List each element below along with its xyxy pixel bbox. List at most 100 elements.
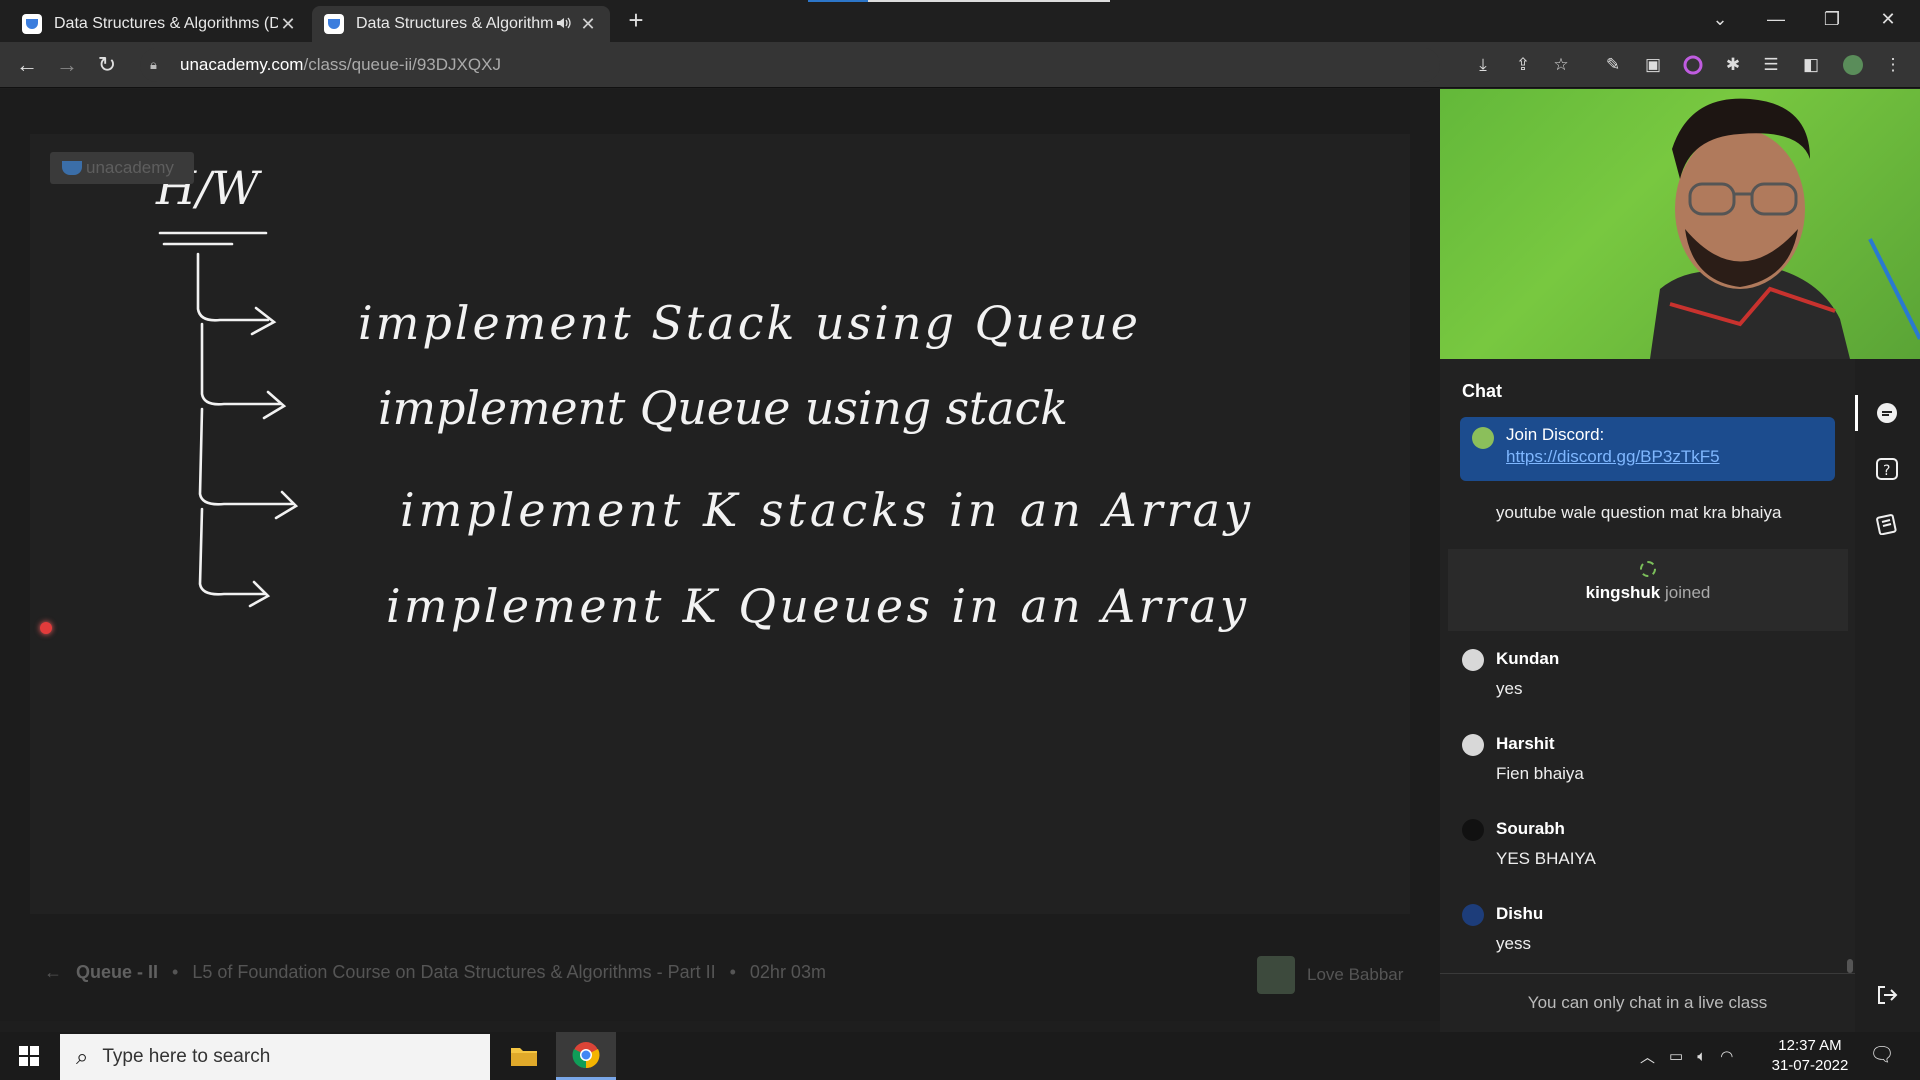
- address-bar[interactable]: 🔒︎ unacademy.com/class/queue-ii/93DJXQXJ: [140, 48, 1440, 82]
- search-placeholder: Type here to search: [102, 1046, 271, 1067]
- active-indicator: [1855, 395, 1858, 431]
- chat-user-name: Dishu: [1496, 904, 1544, 923]
- battery-icon[interactable]: ▭: [1669, 1047, 1683, 1065]
- extensions-puzzle-icon[interactable]: ✱: [1720, 52, 1746, 78]
- show-hidden-icons-chevron-icon[interactable]: ︿: [1640, 1046, 1655, 1067]
- search-icon: ⌕: [76, 1044, 89, 1069]
- unacademy-favicon-icon: [22, 14, 42, 34]
- tab-title: Data Structures & Algorithm: [356, 15, 554, 32]
- unacademy-logo-icon: [62, 161, 82, 175]
- user-avatar: [1462, 649, 1484, 671]
- audio-playing-icon[interactable]: [556, 16, 578, 33]
- discord-link[interactable]: https://discord.gg/BP3zTkF5: [1506, 447, 1825, 467]
- taskbar-clock[interactable]: 12:37 AM 31-07-2022: [1762, 1036, 1858, 1076]
- educator-video: [1440, 89, 1920, 359]
- lecture-stage: H/W implement Stack using Queue implemen…: [0, 89, 1440, 1021]
- close-tab-icon[interactable]: ✕: [578, 14, 598, 35]
- laser-pointer: [40, 622, 52, 634]
- share-icon[interactable]: ⇪: [1510, 52, 1536, 78]
- pinned-message: Join Discord: https://discord.gg/BP3zTkF…: [1460, 417, 1835, 481]
- file-explorer-icon[interactable]: [494, 1032, 554, 1080]
- close-window-button[interactable]: ✕: [1860, 0, 1916, 38]
- more-menu-icon[interactable]: ⋮: [1880, 52, 1906, 78]
- windows-start-button[interactable]: [0, 1032, 58, 1080]
- chat-message-text: YES BHAIYA: [1496, 849, 1596, 868]
- unacademy-favicon-icon: [324, 14, 344, 34]
- lecture-title: Queue - II: [76, 962, 159, 982]
- forward-arrow-icon[interactable]: →: [52, 50, 82, 80]
- educator-info[interactable]: Love Babbar: [1257, 956, 1403, 994]
- course-name: L5 of Foundation Course on Data Structur…: [192, 962, 716, 982]
- browser-tab-2[interactable]: Data Structures & Algorithm ✕: [312, 6, 610, 42]
- chat-user-name: Sourabh: [1496, 819, 1565, 838]
- user-joined-icon: [1640, 561, 1656, 577]
- exit-class-icon[interactable]: [1873, 981, 1901, 1009]
- new-tab-button[interactable]: +: [620, 6, 652, 36]
- chat-message-text: yess: [1496, 934, 1531, 953]
- notification-center-icon[interactable]: 🗨︎: [1868, 1042, 1896, 1070]
- educator-video-frame: [1650, 98, 1920, 359]
- chat-bubble-icon[interactable]: [1873, 399, 1901, 427]
- chat-message-text: Fien bhaiya: [1496, 764, 1584, 783]
- loading-bar-progress: [808, 0, 868, 2]
- tab-title: Data Structures & Algorithms (DS: [54, 15, 278, 32]
- color-extension-icon[interactable]: [1680, 52, 1706, 78]
- clock-time: 12:37 AM: [1778, 1037, 1842, 1054]
- chat-disabled-notice: You can only chat in a live class: [1440, 973, 1855, 1032]
- separator-dot: •: [172, 962, 179, 982]
- chat-title: Chat: [1462, 381, 1502, 401]
- reload-icon[interactable]: ↻: [92, 50, 122, 80]
- profile-avatar-icon[interactable]: [1840, 52, 1866, 78]
- user-avatar: [1462, 734, 1484, 756]
- close-tab-icon[interactable]: ✕: [278, 14, 298, 35]
- download-icon[interactable]: ⤓: [1470, 52, 1496, 78]
- svg-text:?: ?: [1883, 463, 1890, 479]
- chat-scrollbar[interactable]: [1847, 959, 1853, 973]
- tab-search-chevron-icon[interactable]: ⌄: [1692, 0, 1748, 38]
- separator-dot: •: [729, 962, 736, 982]
- minimize-button[interactable]: —: [1748, 0, 1804, 38]
- pinned-avatar: [1472, 427, 1494, 449]
- wifi-icon[interactable]: ◠: [1720, 1047, 1733, 1065]
- restore-button[interactable]: ❐: [1804, 0, 1860, 38]
- lecture-info-bar: ← Queue - II • L5 of Foundation Course o…: [44, 962, 826, 983]
- hw-task-2: implement Queue using stack: [378, 381, 1068, 435]
- back-arrow-icon[interactable]: ←: [12, 50, 42, 80]
- system-tray: ︿ ▭ 🔈︎ ◠: [1640, 1032, 1733, 1080]
- pinned-title: Join Discord:: [1506, 425, 1605, 444]
- chat-user-name: Harshit: [1496, 734, 1555, 753]
- volume-icon[interactable]: 🔈︎: [1697, 1048, 1706, 1065]
- chat-panel: Chat Join Discord: https://discord.gg/BP…: [1440, 359, 1856, 1032]
- lock-icon: 🔒︎: [150, 57, 157, 72]
- lecture-duration: 02hr 03m: [749, 962, 826, 982]
- pen-extension-icon[interactable]: ✎: [1600, 52, 1626, 78]
- chrome-icon[interactable]: [556, 1032, 616, 1080]
- educator-avatar: [1257, 956, 1295, 994]
- browser-tab-1[interactable]: Data Structures & Algorithms (DS ✕: [10, 6, 310, 42]
- taskbar-search-box[interactable]: ⌕ Type here to search: [60, 1034, 490, 1080]
- unacademy-watermark: unacademy: [50, 152, 194, 184]
- chat-user-name: Kundan: [1496, 649, 1560, 668]
- handwriting-canvas: H/W implement Stack using Queue implemen…: [155, 161, 1251, 633]
- user-avatar: [1462, 819, 1484, 841]
- clock-date: 31-07-2022: [1771, 1057, 1849, 1074]
- watermark-text: unacademy: [86, 158, 174, 177]
- screen-extension-icon[interactable]: ▣: [1640, 52, 1666, 78]
- url-path: /class/queue-ii/93DJXQXJ: [303, 55, 501, 74]
- joined-action: joined: [1664, 583, 1711, 602]
- user-joined-notice: kingshuk joined: [1448, 549, 1848, 631]
- whiteboard: H/W implement Stack using Queue implemen…: [30, 134, 1410, 914]
- browser-tab-strip: Data Structures & Algorithms (DS ✕ Data …: [0, 0, 1920, 42]
- user-avatar: [1462, 904, 1484, 926]
- chat-message-text: yes: [1496, 679, 1523, 698]
- hw-task-3: implement K stacks in an Array: [400, 483, 1251, 537]
- media-queue-icon[interactable]: ☰: [1758, 52, 1784, 78]
- hw-task-1: implement Stack using Queue: [358, 296, 1138, 350]
- back-arrow-icon[interactable]: ←: [44, 962, 62, 983]
- chat-message-partial: youtube wale question mat kra bhaiya: [1496, 503, 1782, 522]
- bookmark-star-icon[interactable]: ☆: [1548, 52, 1574, 78]
- doubts-question-icon[interactable]: ?: [1873, 455, 1901, 483]
- notes-icon[interactable]: [1873, 509, 1901, 537]
- browser-toolbar: ← → ↻ 🔒︎ unacademy.com/class/queue-ii/93…: [0, 42, 1920, 88]
- side-panel-icon[interactable]: ◧: [1798, 52, 1824, 78]
